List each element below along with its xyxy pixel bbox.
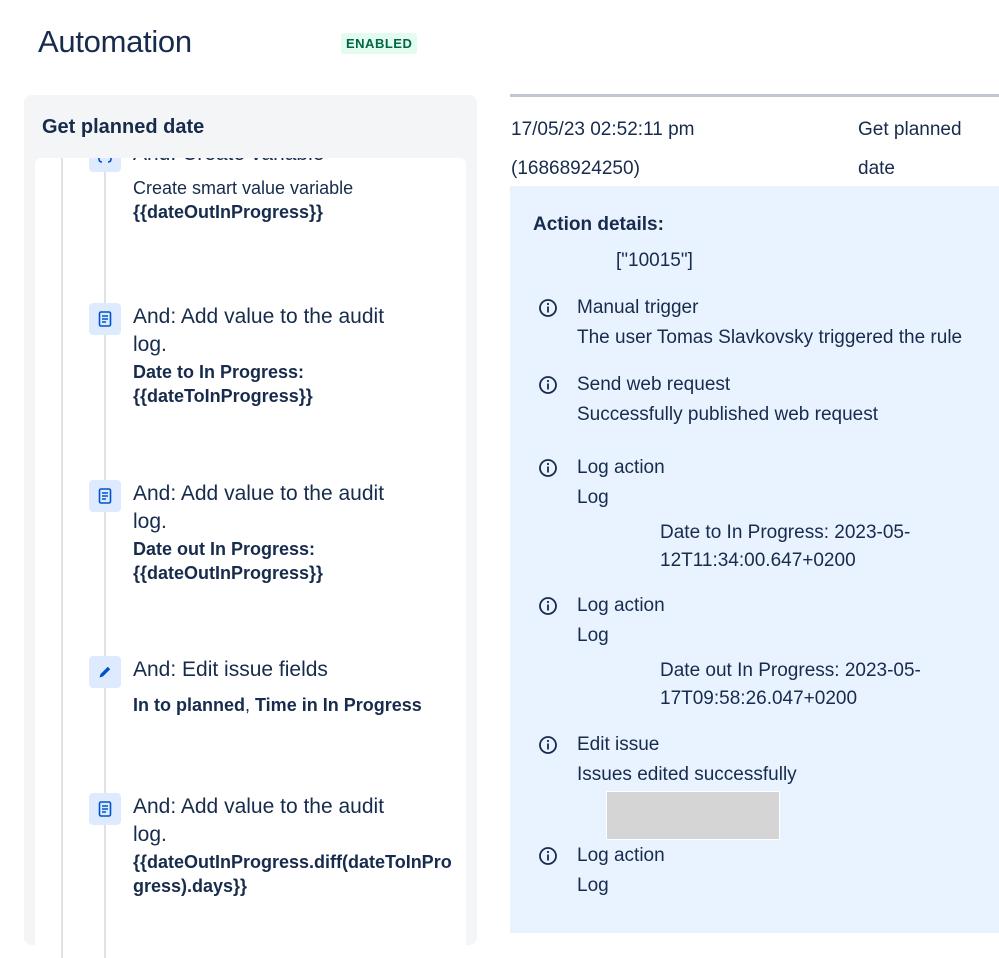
audit-date: 17/05/23 02:52:11 pm [511, 119, 695, 140]
entry-description: Log [577, 875, 609, 896]
entry-description: The user Tomas Slavkovsky triggered the … [577, 327, 963, 348]
rail-line [61, 158, 63, 958]
log-icon [89, 303, 121, 335]
entry-description: Log [577, 625, 609, 646]
redacted-block [606, 791, 780, 840]
entry-log-message: Date to In Progress: 2023-05-12T11:34:00… [660, 522, 911, 571]
info-icon [539, 736, 557, 754]
info-icon [539, 376, 557, 394]
component-title: And: Add value to the audit log. [133, 482, 385, 533]
rule-panel: Get planned date And: Create variable Cr… [24, 95, 477, 958]
info-icon [539, 847, 557, 865]
table-divider [510, 94, 999, 97]
entry-title: Edit issue [577, 734, 660, 755]
entry-description: Successfully published web request [577, 404, 879, 425]
separator: , [245, 695, 256, 715]
component-title: And: Edit issue fields [133, 658, 328, 681]
component-detail-value: Date out In Progress: {{dateOutInProgres… [133, 539, 324, 583]
pencil-icon [89, 656, 121, 688]
rule-name: Get planned date [42, 116, 205, 138]
component-title: And: Add value to the audit log. [133, 795, 385, 846]
field-name: In to planned [133, 695, 245, 715]
log-icon [89, 480, 121, 512]
details-value: ["10015"] [616, 250, 693, 271]
audit-id: (16868924250) [511, 158, 640, 179]
rule-components-list[interactable]: And: Create variable Create smart value … [35, 158, 466, 958]
entry-title: Log action [577, 845, 665, 866]
component-detail: Create smart value variable [133, 178, 354, 198]
details-heading: Action details: [533, 214, 664, 235]
info-icon [539, 597, 557, 615]
component-detail-value: Date to In Progress: {{dateToInProgress}… [133, 362, 313, 406]
audit-rule-name: Get planned date [858, 119, 962, 179]
info-icon [539, 459, 557, 477]
entry-title: Send web request [577, 374, 731, 395]
variable-icon [89, 158, 121, 172]
entry-title: Manual trigger [577, 297, 699, 318]
component-detail-value: {{dateOutInProgress.diff(dateToInProgres… [133, 852, 452, 896]
status-badge: ENABLED [341, 33, 418, 54]
page-title: Automation [38, 24, 192, 59]
entry-description: Log [577, 487, 609, 508]
component-detail: In to planned, Time in In Progress [133, 693, 422, 717]
audit-log-row[interactable]: 17/05/23 02:52:11 pm (16868924250) [511, 110, 831, 188]
component-title: And: Create variable [133, 158, 393, 168]
component-title: And: Add value to the audit log. [133, 305, 385, 356]
entry-title: Log action [577, 457, 665, 478]
info-icon [539, 299, 557, 317]
entry-description: Issues edited successfully [577, 764, 797, 785]
component-detail-value: {{dateOutInProgress}} [133, 202, 324, 222]
action-details-panel: Action details: ["10015"] Manual trigger… [510, 186, 999, 933]
log-icon [89, 793, 121, 825]
field-name: Time in In Progress [255, 695, 422, 715]
rail-line [104, 158, 106, 958]
entry-title: Log action [577, 595, 665, 616]
entry-log-message: Date out In Progress: 2023-05-17T09:58:2… [660, 660, 921, 709]
